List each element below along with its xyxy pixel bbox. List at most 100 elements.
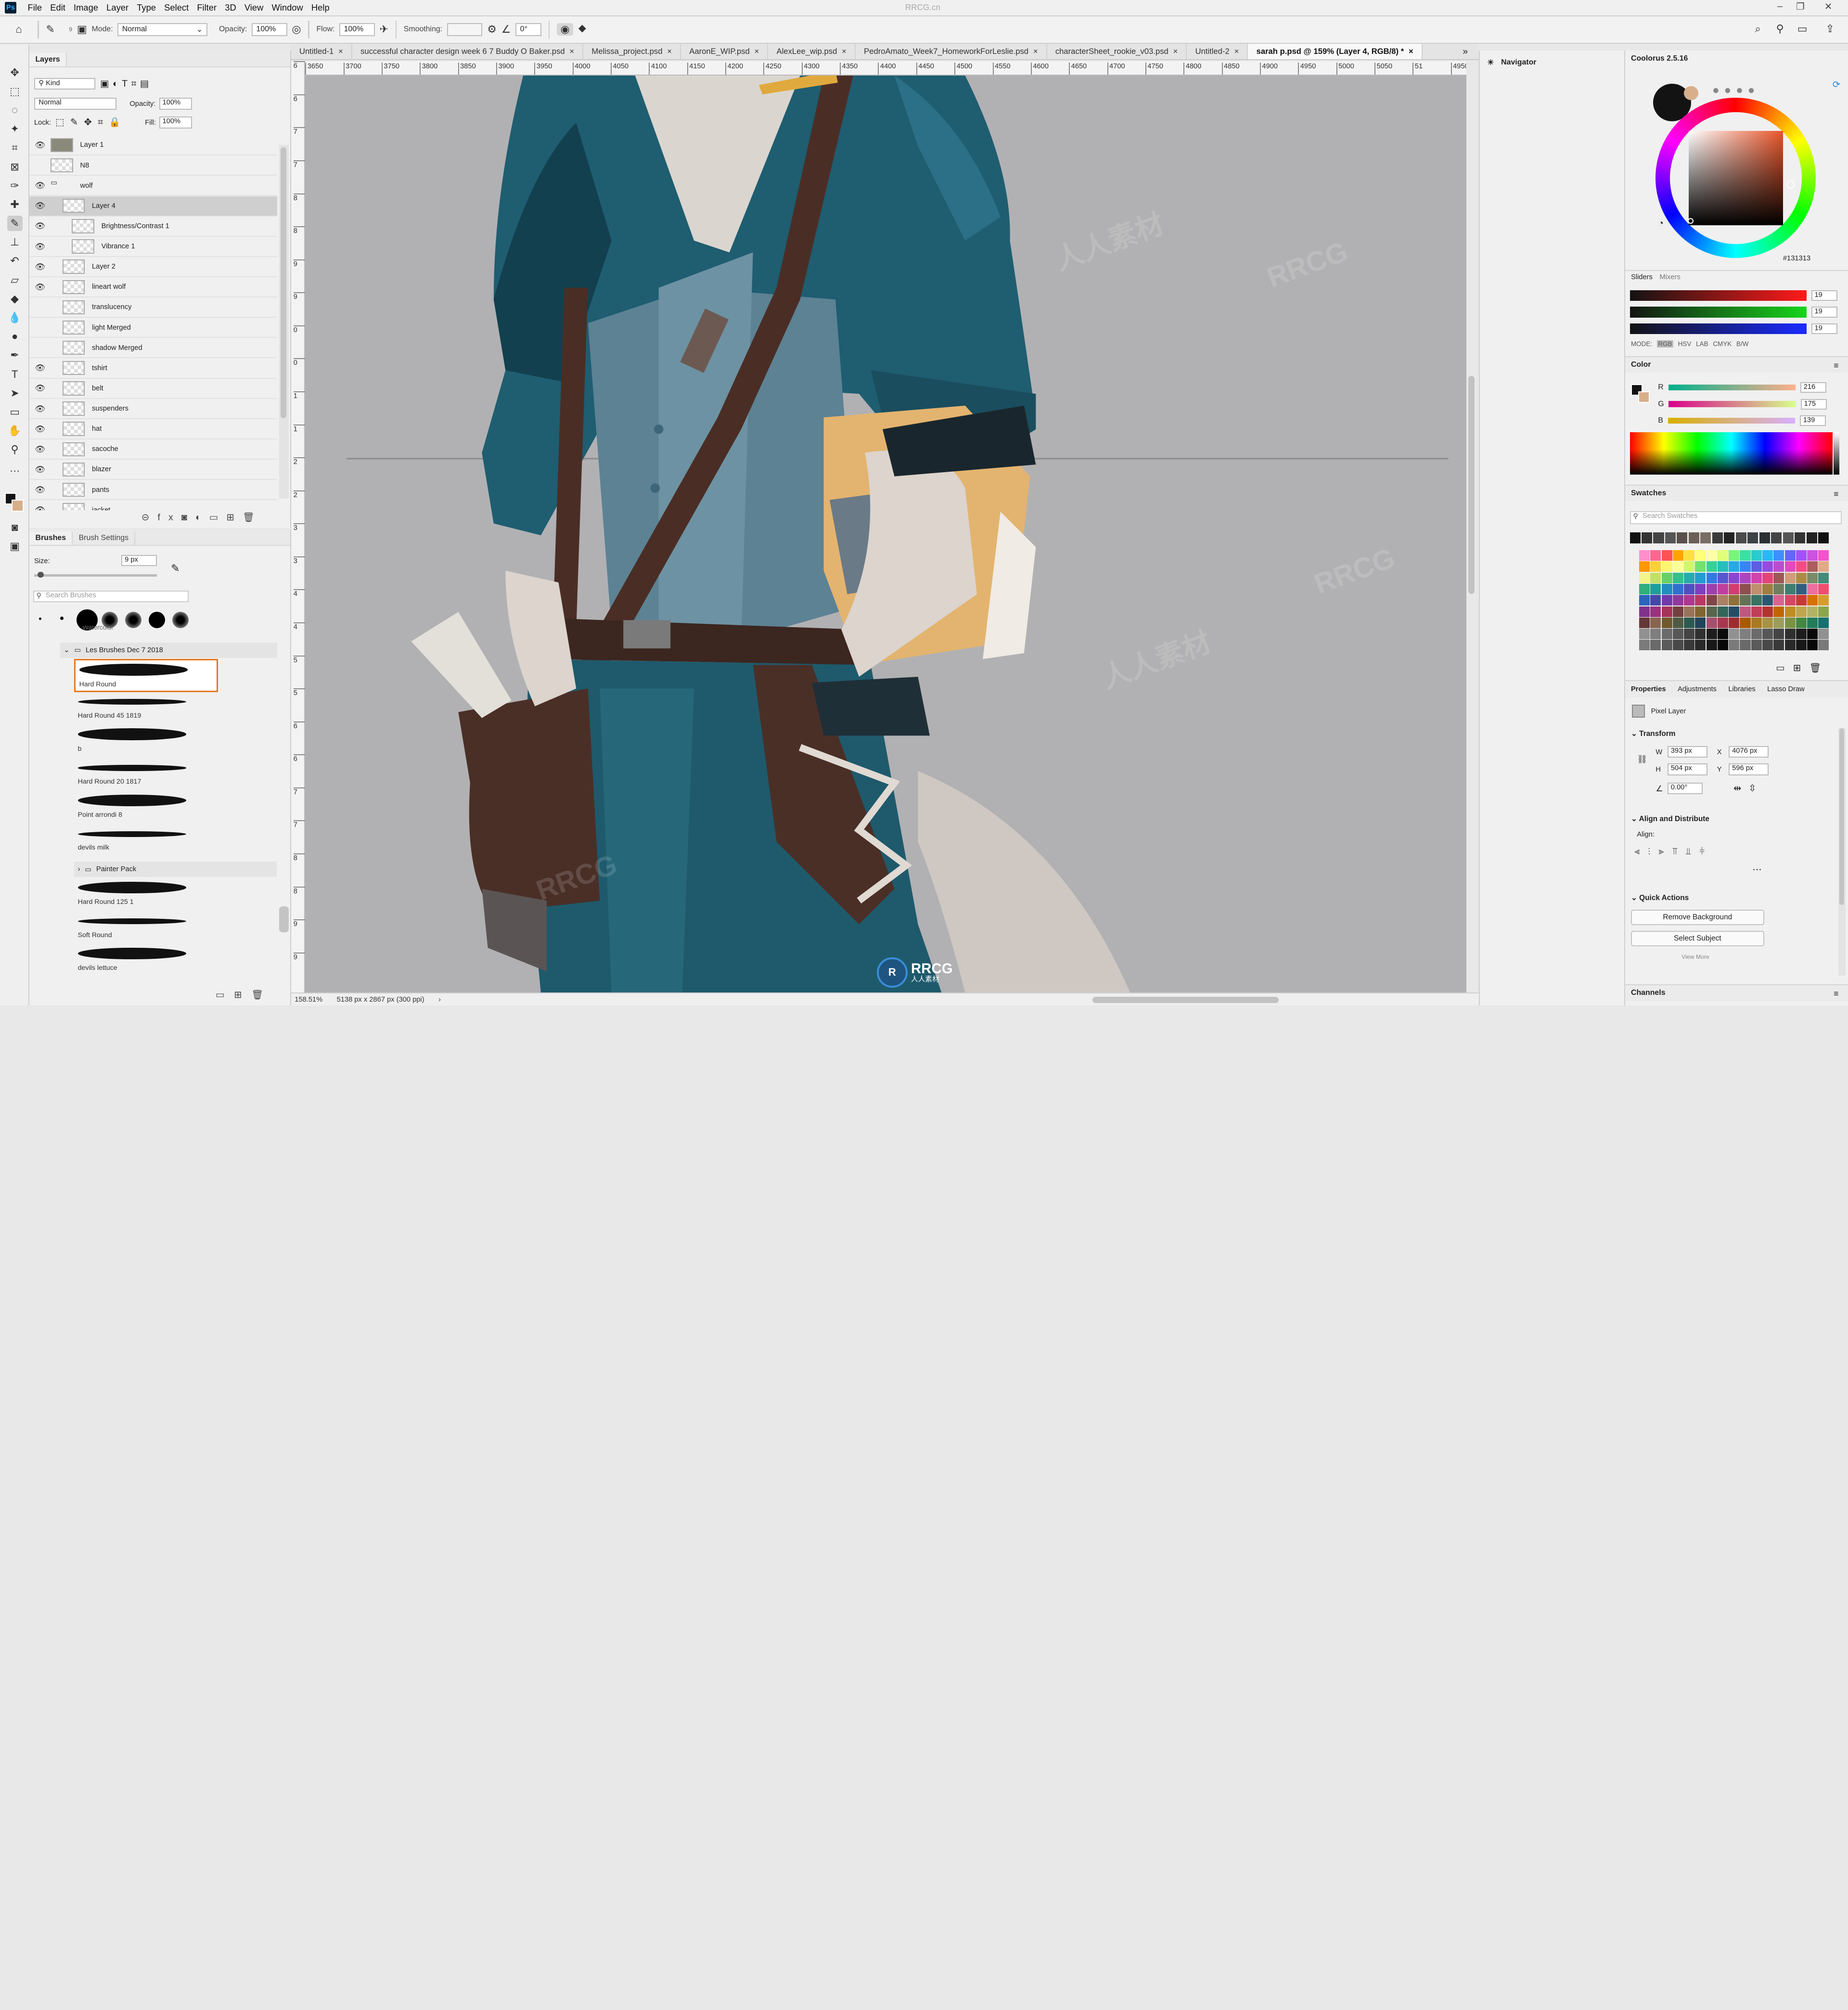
swatch[interactable] <box>1784 629 1796 640</box>
swatch[interactable] <box>1818 640 1829 651</box>
visibility-eye-icon[interactable]: 👁 <box>29 383 51 393</box>
swatch[interactable] <box>1729 595 1740 606</box>
swatch[interactable] <box>1700 532 1711 543</box>
visibility-eye-icon[interactable]: 👁 <box>29 140 51 150</box>
layer-actions-icons[interactable]: ⊝fx◙◐▭⊞🗑 <box>141 512 263 523</box>
lock-icons[interactable]: ⬚✎✥⌗🔒 <box>55 116 127 128</box>
layer-row[interactable]: 👁 sacoche <box>29 439 277 460</box>
swatch-search-input[interactable]: ⚲ Search Swatches <box>1630 511 1842 525</box>
swatch[interactable] <box>1751 595 1762 606</box>
swatch[interactable] <box>1818 550 1829 561</box>
color-b-slider[interactable]: B 139 <box>1658 415 1847 426</box>
layer-row[interactable]: 👁 Brightness/Contrast 1 <box>29 217 277 237</box>
visibility-eye-icon[interactable]: 👁 <box>29 282 51 292</box>
tab-sliders[interactable]: Sliders <box>1631 273 1653 281</box>
swatch[interactable] <box>1661 550 1672 561</box>
tab-adjustments[interactable]: Adjustments <box>1672 685 1722 693</box>
layer-filter-icons[interactable]: ▣◐T⌗▤ <box>100 78 153 90</box>
swatch[interactable] <box>1706 606 1717 617</box>
swatch[interactable] <box>1684 606 1695 617</box>
swatch[interactable] <box>1784 640 1796 651</box>
swatch[interactable] <box>1717 640 1728 651</box>
visibility-eye-icon[interactable]: 👁 <box>29 404 51 414</box>
color-picker-handle[interactable] <box>1687 218 1694 224</box>
canvas-horizontal-scrollbar[interactable] <box>1092 997 1279 1003</box>
layer-kind-filter[interactable]: ⚲ Kind <box>34 77 96 90</box>
tab-lasso-draw[interactable]: Lasso Draw <box>1761 685 1810 693</box>
panel-menu-icon[interactable]: ≡ <box>1834 489 1838 499</box>
swatch[interactable] <box>1818 606 1829 617</box>
swatch[interactable] <box>1684 583 1695 595</box>
swatch[interactable] <box>1784 595 1796 606</box>
swatch[interactable] <box>1729 640 1740 651</box>
swatch[interactable] <box>1684 629 1695 640</box>
search-icon[interactable]: ⚲ <box>1776 23 1784 35</box>
swatch[interactable] <box>1796 640 1807 651</box>
swatch[interactable] <box>1695 561 1706 572</box>
frame-tool-icon[interactable]: ⊠ <box>7 159 23 175</box>
swatch[interactable] <box>1684 595 1695 606</box>
layer-row[interactable]: N8 <box>29 156 277 176</box>
swatch[interactable] <box>1740 629 1751 640</box>
swatch[interactable] <box>1695 583 1706 595</box>
swatch[interactable] <box>1751 561 1762 572</box>
swatch[interactable] <box>1717 572 1728 583</box>
close-tab-icon[interactable]: × <box>755 47 759 56</box>
swatch[interactable] <box>1740 640 1751 651</box>
document-tab[interactable]: AlexLee_wip.psd × <box>768 43 856 59</box>
align-icons[interactable]: ⫷⫶⫸⫪⫫⫩ <box>1634 846 1713 857</box>
layer-row[interactable]: shadow Merged <box>29 338 277 359</box>
swatch[interactable] <box>1724 532 1735 543</box>
close-tab-icon[interactable]: × <box>667 47 672 56</box>
swatch[interactable] <box>1672 640 1683 651</box>
swatch[interactable] <box>1795 532 1806 543</box>
swatch[interactable] <box>1672 572 1683 583</box>
pressure-opacity-icon[interactable]: ◎ <box>292 23 301 36</box>
menu-window[interactable]: Window <box>268 2 307 13</box>
green-slider[interactable]: 19 <box>1630 306 1842 318</box>
swatch[interactable] <box>1639 572 1650 583</box>
swatch[interactable] <box>1751 550 1762 561</box>
brush-preset[interactable]: Hard Round 125 1 <box>74 878 218 911</box>
hex-value[interactable]: #131313 <box>1783 255 1810 262</box>
brush-preset[interactable]: Point arrondi 8 <box>74 791 218 824</box>
swatch[interactable] <box>1639 629 1650 640</box>
brush-actions-icons[interactable]: ▭⊞🗑 <box>216 989 273 1001</box>
more-tabs-icon[interactable]: » <box>1463 46 1468 57</box>
swatch[interactable] <box>1773 629 1784 640</box>
swatch[interactable] <box>1677 532 1688 543</box>
swatch[interactable] <box>1729 572 1740 583</box>
visibility-eye-icon[interactable]: 👁 <box>29 444 51 454</box>
swatch[interactable] <box>1717 595 1728 606</box>
layer-row[interactable]: 👁 Layer 4 <box>29 196 277 217</box>
swatch[interactable] <box>1641 532 1653 543</box>
flow-field[interactable]: 100% <box>339 23 375 36</box>
folder-les-brushes[interactable]: ⌄ ▭ Les Brushes Dec 7 2018 <box>60 642 277 658</box>
swatch[interactable] <box>1706 550 1717 561</box>
swatch[interactable] <box>1706 629 1717 640</box>
pen-tool-icon[interactable]: ✒ <box>7 348 23 363</box>
swatch[interactable] <box>1650 583 1661 595</box>
swatch[interactable] <box>1639 606 1650 617</box>
swatch[interactable] <box>1650 617 1661 628</box>
swatch[interactable] <box>1740 606 1751 617</box>
swatch[interactable] <box>1729 629 1740 640</box>
menu-layer[interactable]: Layer <box>103 2 133 13</box>
menu-type[interactable]: Type <box>133 2 160 13</box>
refresh-icon[interactable]: ⟳ <box>1833 79 1840 90</box>
screen-mode-icon[interactable]: ▣ <box>7 539 23 554</box>
layer-row[interactable]: 👁 hat <box>29 419 277 439</box>
swatch[interactable] <box>1807 561 1818 572</box>
x-field[interactable]: 4076 px <box>1729 746 1769 758</box>
brush-preset[interactable]: Hard Round <box>74 658 218 692</box>
quick-select-tool-icon[interactable]: ✦ <box>7 121 23 137</box>
crop-tool-icon[interactable]: ⌗ <box>7 140 23 155</box>
swatch[interactable] <box>1796 617 1807 628</box>
swatch[interactable] <box>1773 572 1784 583</box>
angle-field[interactable]: 0.00° <box>1667 782 1703 795</box>
history-color-dots[interactable]: ●●●● <box>1712 84 1759 97</box>
blend-mode-dropdown[interactable]: Normal <box>34 98 117 110</box>
swatch[interactable] <box>1747 532 1758 543</box>
visibility-eye-icon[interactable]: 👁 <box>29 201 51 211</box>
workspace-icon[interactable]: ▭ <box>1797 23 1808 35</box>
